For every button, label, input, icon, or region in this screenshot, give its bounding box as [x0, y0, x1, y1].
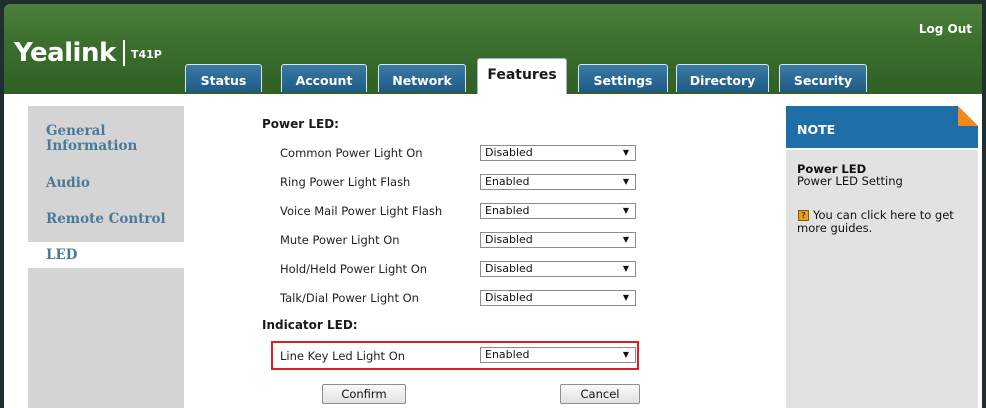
tab-features[interactable]: Features — [477, 58, 567, 94]
ring-power-light-flash-select[interactable]: Enabled ▼ — [480, 174, 636, 190]
tab-status[interactable]: Status — [185, 64, 262, 92]
note-header: NOTE — [786, 106, 978, 148]
talk-dial-power-light-on-select[interactable]: Disabled ▼ — [480, 290, 636, 306]
select-value: Disabled — [485, 233, 533, 246]
dropdown-arrow-icon: ▼ — [622, 148, 629, 157]
model-label: T41P — [131, 48, 162, 61]
sidebar-item-led[interactable]: LED — [46, 248, 78, 263]
tab-settings[interactable]: Settings — [578, 64, 668, 92]
row-label-line-key-led-light-on: Line Key Led Light On — [280, 349, 406, 363]
dropdown-arrow-icon: ▼ — [622, 206, 629, 215]
confirm-button[interactable]: Confirm — [322, 384, 406, 404]
guide-link[interactable]: You can click here to get more guides. — [797, 209, 972, 235]
mute-power-light-on-select[interactable]: Disabled ▼ — [480, 232, 636, 248]
dropdown-arrow-icon: ▼ — [622, 264, 629, 273]
tab-directory[interactable]: Directory — [676, 64, 769, 92]
sidebar-item-remote-control[interactable]: Remote Control — [46, 212, 166, 227]
row-label-common-power-light-on: Common Power Light On — [280, 146, 423, 160]
note-corner-fold-icon — [958, 106, 978, 126]
select-value: Enabled — [485, 204, 530, 217]
select-value: Disabled — [485, 262, 533, 275]
row-label-ring-power-light-flash: Ring Power Light Flash — [280, 175, 411, 189]
voice-mail-power-light-flash-select[interactable]: Enabled ▼ — [480, 203, 636, 219]
row-label-voice-mail-power-light-flash: Voice Mail Power Light Flash — [280, 204, 443, 218]
cancel-button[interactable]: Cancel — [560, 384, 640, 404]
logo-divider — [123, 40, 125, 66]
dropdown-arrow-icon: ▼ — [622, 350, 629, 359]
help-icon: ? — [798, 210, 809, 221]
tab-security[interactable]: Security — [779, 64, 867, 92]
dropdown-arrow-icon: ▼ — [622, 235, 629, 244]
brand-logo: Yealink — [14, 38, 116, 68]
select-value: Enabled — [485, 175, 530, 188]
tab-account[interactable]: Account — [281, 64, 367, 92]
tab-network[interactable]: Network — [378, 64, 466, 92]
dropdown-arrow-icon: ▼ — [622, 177, 629, 186]
common-power-light-on-select[interactable]: Disabled ▼ — [480, 145, 636, 161]
select-value: Disabled — [485, 146, 533, 159]
note-subtitle: Power LED Setting — [797, 174, 903, 188]
note-panel — [786, 150, 978, 408]
indicator-led-heading: Indicator LED: — [262, 318, 358, 332]
power-led-heading: Power LED: — [262, 117, 339, 131]
dropdown-arrow-icon: ▼ — [622, 293, 629, 302]
select-value: Disabled — [485, 291, 533, 304]
select-value: Enabled — [485, 348, 530, 361]
hold-held-power-light-on-select[interactable]: Disabled ▼ — [480, 261, 636, 277]
row-label-mute-power-light-on: Mute Power Light On — [280, 233, 400, 247]
row-label-talk-dial-power-light-on: Talk/Dial Power Light On — [280, 291, 419, 305]
line-key-led-light-on-select[interactable]: Enabled ▼ — [480, 347, 636, 363]
sidebar-item-general-information[interactable]: General Information — [46, 124, 137, 154]
sidebar-item-audio[interactable]: Audio — [46, 176, 90, 191]
row-label-hold-held-power-light-on: Hold/Held Power Light On — [280, 262, 428, 276]
logout-link[interactable]: Log Out — [919, 22, 972, 36]
